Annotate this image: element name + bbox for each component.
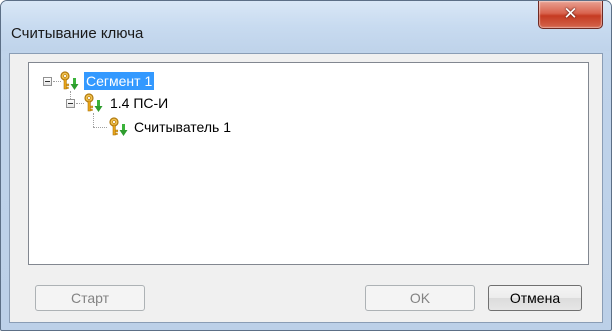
tree-node-device[interactable]: 1.4 ПС-И xyxy=(108,94,170,112)
collapse-toggle-device[interactable] xyxy=(66,99,75,108)
start-button[interactable]: Старт xyxy=(35,285,145,311)
collapse-toggle-segment[interactable] xyxy=(43,77,52,86)
close-icon: ✕ xyxy=(563,4,578,24)
dialog-window: Считывание ключа ✕ Сегмент 1 1.4 ПС-И Сч… xyxy=(0,0,612,331)
title-bar[interactable]: Считывание ключа ✕ xyxy=(1,1,611,51)
tree-connector xyxy=(93,127,107,128)
key-with-green-arrow-icon xyxy=(59,71,81,91)
tree-node-reader[interactable]: Считыватель 1 xyxy=(132,118,233,136)
tree-connector xyxy=(93,113,94,127)
window-title: Считывание ключа xyxy=(11,25,144,42)
key-with-green-arrow-icon xyxy=(108,117,130,137)
cancel-button[interactable]: Отмена xyxy=(488,285,582,311)
dialog-client-area: Сегмент 1 1.4 ПС-И Считыватель 1 Старт O… xyxy=(9,53,603,323)
tree-node-segment-1[interactable]: Сегмент 1 xyxy=(84,72,155,90)
key-tree-view[interactable]: Сегмент 1 1.4 ПС-И Считыватель 1 xyxy=(28,62,589,265)
ok-button[interactable]: OK xyxy=(365,285,475,311)
close-button[interactable]: ✕ xyxy=(538,1,603,29)
key-with-green-arrow-icon xyxy=(83,93,105,113)
